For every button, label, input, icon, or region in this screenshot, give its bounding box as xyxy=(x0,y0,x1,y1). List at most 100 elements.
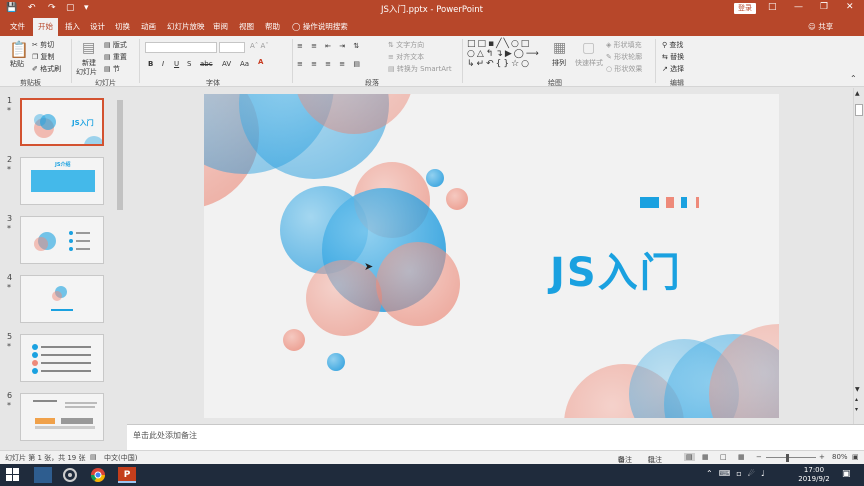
reading-view-icon[interactable]: □ xyxy=(720,453,727,461)
slideshow-icon[interactable]: ▦ xyxy=(738,453,745,461)
system-clock[interactable]: 17:00 2019/9/2 xyxy=(794,466,834,484)
new-slide-label[interactable]: 幻灯片 xyxy=(76,67,97,77)
shape-outline-button[interactable]: ✎ 形状轮廓 xyxy=(606,52,642,62)
tab-transitions[interactable]: 切换 xyxy=(110,18,135,36)
chrome-icon[interactable] xyxy=(90,467,108,483)
slide-star: * xyxy=(7,224,11,233)
previous-slide-icon[interactable]: ▴ xyxy=(855,396,858,403)
next-slide-icon[interactable]: ▾ xyxy=(855,406,858,413)
quick-styles-icon[interactable]: ▢ xyxy=(582,40,595,56)
slide-sorter-icon[interactable]: ▦ xyxy=(702,453,709,461)
paste-button[interactable]: 粘贴 xyxy=(10,59,24,69)
layout-button[interactable]: ▤ 版式 xyxy=(104,40,127,50)
close-icon[interactable]: ✕ xyxy=(846,2,854,12)
font-name-dropdown[interactable] xyxy=(145,42,217,53)
quick-styles-button[interactable]: 快速样式 xyxy=(575,58,603,68)
slide-title[interactable]: JS入门 xyxy=(550,240,682,298)
shadow-button[interactable]: S xyxy=(187,60,191,68)
bold-button[interactable]: B xyxy=(148,60,153,68)
language-indicator[interactable]: 中文(中国) xyxy=(104,453,137,463)
copy-button[interactable]: ❐ 复制 xyxy=(32,52,55,62)
select-button[interactable]: ↗ 选择 xyxy=(662,64,684,74)
tab-help[interactable]: 帮助 xyxy=(260,18,285,36)
notes-pane[interactable]: 单击此处添加备注 xyxy=(127,424,864,450)
slide-thumbnail-6[interactable] xyxy=(20,393,104,441)
arrange-icon[interactable]: ▦ xyxy=(553,40,566,56)
cursor-icon: ↗ xyxy=(662,65,671,73)
zoom-slider-thumb[interactable] xyxy=(786,454,789,462)
taskbar-app-icon[interactable] xyxy=(34,467,52,483)
scrollbar-thumb[interactable] xyxy=(855,104,863,116)
tell-me-search[interactable]: ◯ 操作说明搜索 xyxy=(292,18,348,36)
tab-animations[interactable]: 动画 xyxy=(136,18,161,36)
scrollbar-thumb[interactable] xyxy=(117,100,123,210)
fit-to-window-icon[interactable]: ▣ xyxy=(852,453,859,461)
smartart-button[interactable]: ▤ 转换为 SmartArt xyxy=(388,64,452,74)
cut-button[interactable]: ✂ 剪切 xyxy=(32,40,54,50)
settings-gear-icon[interactable] xyxy=(62,467,80,483)
tab-design[interactable]: 设计 xyxy=(85,18,110,36)
notifications-icon[interactable]: ▣ xyxy=(842,469,851,479)
slide-thumbnail-2[interactable]: JS介绍 xyxy=(20,157,104,205)
powerpoint-icon[interactable]: P xyxy=(118,467,136,483)
collapse-ribbon-icon[interactable]: ⌃ xyxy=(850,74,857,83)
underline-button[interactable]: U xyxy=(174,60,179,68)
slide-thumbnail-4[interactable] xyxy=(20,275,104,323)
bullets-buttons[interactable]: ≡ ≡ ⇤ ⇥ ⇅ xyxy=(297,42,362,50)
slide-thumbnail-1[interactable]: JS入门 xyxy=(20,98,104,146)
font-size-dropdown[interactable] xyxy=(219,42,245,53)
reset-button[interactable]: ▤ 重置 xyxy=(104,52,127,62)
editor-scrollbar[interactable]: ▲ ▼ ▴ ▾ xyxy=(853,88,864,424)
text-direction-icon: ⇅ xyxy=(388,41,397,49)
spacing-button[interactable]: AV xyxy=(222,60,231,68)
scroll-down-icon[interactable]: ▼ xyxy=(855,386,860,393)
tab-file[interactable]: 文件 xyxy=(5,18,30,36)
paste-icon[interactable]: 📋 xyxy=(9,40,29,59)
accent-bar-pink-small xyxy=(696,197,699,208)
minimize-icon[interactable]: — xyxy=(794,2,803,12)
zoom-slider[interactable] xyxy=(766,457,816,458)
tab-insert[interactable]: 插入 xyxy=(60,18,85,36)
notes-placeholder[interactable]: 单击此处添加备注 xyxy=(133,430,197,441)
maximize-icon[interactable]: ❐ xyxy=(820,2,828,12)
zoom-in-button[interactable]: + xyxy=(819,453,825,461)
slide-number: 2 xyxy=(7,155,13,164)
cut-label: 剪切 xyxy=(40,41,55,49)
arrange-button[interactable]: 排列 xyxy=(552,58,566,68)
shape-fill-button[interactable]: ◈ 形状填充 xyxy=(606,40,642,50)
slide-thumbnail-3[interactable] xyxy=(20,216,104,264)
ribbon-display-options-icon[interactable]: □ xyxy=(768,2,777,12)
tab-view[interactable]: 视图 xyxy=(234,18,259,36)
thumbnail-title: JS介绍 xyxy=(55,162,71,168)
change-case-button[interactable]: Aa xyxy=(240,60,249,68)
font-size-buttons[interactable]: Aˆ Aˇ xyxy=(250,42,269,50)
slide-canvas[interactable]: JS入门 xyxy=(204,94,779,418)
new-slide-icon[interactable]: ▤ xyxy=(82,40,95,56)
shape-effects-button[interactable]: ○ 形状效果 xyxy=(606,64,642,74)
scroll-up-icon[interactable]: ▲ xyxy=(855,90,860,97)
zoom-level[interactable]: 80% xyxy=(832,453,848,461)
normal-view-icon[interactable]: ▤ xyxy=(684,453,695,461)
format-painter-button[interactable]: ✐ 格式刷 xyxy=(32,64,61,74)
share-button[interactable]: ☺ 共享 xyxy=(808,18,833,36)
italic-button[interactable]: I xyxy=(162,60,164,68)
font-color-button[interactable]: A xyxy=(258,58,263,66)
align-text-button[interactable]: ≡ 对齐文本 xyxy=(388,52,424,62)
tab-slideshow[interactable]: 幻灯片放映 xyxy=(162,18,210,36)
slide-thumbnail-5[interactable] xyxy=(20,334,104,382)
text-direction-button[interactable]: ⇅ 文字方向 xyxy=(388,40,424,50)
find-button[interactable]: ⚲ 查找 xyxy=(662,40,683,50)
tab-home[interactable]: 开始 xyxy=(33,18,58,36)
section-button[interactable]: ▤ 节 xyxy=(104,64,120,74)
replace-button[interactable]: ⇆ 替换 xyxy=(662,52,684,62)
thumbnail-scrollbar[interactable] xyxy=(116,90,124,448)
shapes-gallery[interactable]: □□▪╱╲○□ ○△↰↴▶◯⟶ ↳↵↶{}☆○ xyxy=(467,39,541,69)
tab-review[interactable]: 审阅 xyxy=(208,18,233,36)
alignment-buttons[interactable]: ≡ ≡ ≡ ≡ ▤ xyxy=(297,60,363,68)
strikethrough-button[interactable]: abc xyxy=(200,60,213,68)
windows-start-icon[interactable] xyxy=(4,467,22,483)
login-button[interactable]: 登录 xyxy=(734,3,756,14)
system-tray-icons[interactable]: ⌃⌨▫☄♩ xyxy=(706,469,771,478)
spellcheck-icon[interactable]: ▤ xyxy=(90,453,97,461)
zoom-out-button[interactable]: − xyxy=(756,453,762,461)
